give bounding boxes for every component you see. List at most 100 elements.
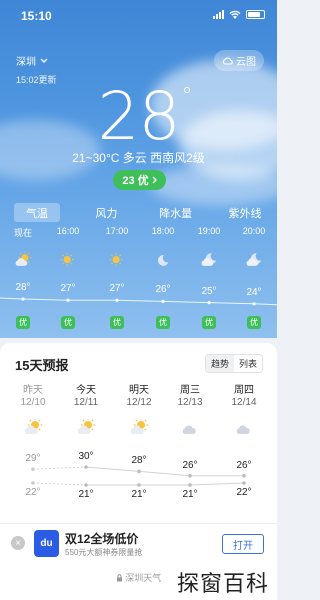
hour-time: 现在: [13, 228, 32, 238]
hour-time: 17:00: [105, 226, 129, 236]
ad-close-button[interactable]: ×: [11, 536, 25, 550]
hour-aqi-badge: 优: [16, 316, 30, 329]
hourly-item[interactable]: 19:00 25° 优: [189, 226, 229, 334]
hour-temperature: 27°: [60, 283, 76, 295]
ad-banner[interactable]: × du 双12全场低价 550元大额神券限量抢 打开: [0, 523, 277, 563]
status-icons: [213, 10, 265, 19]
toggle-trend[interactable]: 趋势: [206, 355, 234, 372]
watermark: 探窗百科: [176, 571, 269, 596]
city-name: 深圳: [16, 57, 36, 68]
day-low-temp: 22°: [25, 487, 41, 498]
hour-temperature: 26°: [155, 284, 171, 296]
day-date: 12/13: [177, 397, 203, 408]
day-high-temp: 28°: [131, 455, 147, 467]
hour-time: 16:00: [56, 226, 80, 236]
hour-aqi-badge: 优: [110, 316, 124, 329]
day-name: 明天: [129, 385, 149, 396]
day-low-temp: 21°: [78, 489, 94, 500]
hour-temperature: 28°: [15, 282, 31, 293]
day-high-temp: 29°: [25, 453, 41, 465]
tab-precipitation[interactable]: 降水量: [153, 203, 199, 222]
tab-wind[interactable]: 风力: [83, 203, 129, 222]
day-name: 周四: [234, 385, 254, 396]
day-high-temp: 26°: [236, 459, 252, 471]
forecast-day[interactable]: 今天 12/11 30° 21°: [64, 381, 108, 521]
cloudy-moon-icon: [201, 253, 217, 266]
wifi-icon: [229, 10, 241, 19]
day-low-temp: 22°: [236, 487, 252, 498]
cloudy-sun-icon: [15, 252, 32, 266]
cloudy-sun-icon: [24, 419, 43, 434]
day-name: 周三: [180, 385, 200, 396]
forecast-title: 15天预报: [15, 358, 69, 373]
temperature-value: 28: [97, 78, 181, 155]
hourly-item[interactable]: 18:00 26° 优: [143, 226, 183, 334]
cloudy-moon-icon: [246, 253, 262, 266]
tab-uv[interactable]: 紫外线: [222, 203, 268, 222]
day-low-temp: 21°: [131, 489, 147, 500]
cloudy-sun-icon: [130, 419, 149, 434]
hourly-item[interactable]: 现在 28° 优: [3, 226, 43, 334]
day-date: 12/12: [126, 397, 152, 408]
toggle-list[interactable]: 列表: [234, 355, 262, 372]
aqi-label: 23 优: [122, 175, 149, 187]
forecast-days[interactable]: 昨天 12/10 29° 22° 今天 12/11 30° 21° 明天 12/12 28° 21° 周…: [0, 381, 277, 521]
source-label: 深圳天气: [125, 573, 162, 583]
hourly-forecast[interactable]: 现在 28° 优 16:00 27° 优 17:00 27° 优 18:00 26° 优 19:00 25…: [0, 226, 277, 334]
chevron-down-icon: [40, 58, 48, 63]
hour-aqi-badge: 优: [202, 316, 216, 329]
day-name: 昨天: [23, 385, 43, 396]
baidu-logo: du: [34, 530, 59, 557]
day-date: 12/10: [20, 397, 46, 408]
city-selector[interactable]: 深圳: [16, 53, 48, 68]
hour-time: 19:00: [197, 226, 221, 236]
day-name: 今天: [76, 385, 96, 396]
moon-icon: [157, 255, 169, 266]
forecast-day[interactable]: 昨天 12/10 29° 22°: [11, 381, 55, 521]
forecast-view-toggle: 趋势 列表: [205, 354, 263, 373]
signal-icon: [213, 10, 224, 19]
day-date: 12/11: [73, 397, 99, 408]
day-high-temp: 30°: [78, 451, 94, 462]
sun-icon: [60, 253, 74, 267]
ad-title: 双12全场低价: [65, 532, 139, 546]
cloud-icon: [182, 425, 196, 434]
hourly-item[interactable]: 20:00 24° 优: [234, 226, 274, 334]
current-temperature: 28 °: [0, 78, 277, 155]
condition-summary: 21~30°C 多云 西南风2级: [72, 151, 205, 165]
forecast-day[interactable]: 周四 12/14 26° 22°: [222, 381, 266, 521]
forecast-day[interactable]: 明天 12/12 28° 21°: [117, 381, 161, 521]
ad-open-button[interactable]: 打开: [222, 534, 264, 554]
weather-hero: 15:10 深圳 15:02更新 云图 28 ° 21~30°C 多云 西南风2级…: [0, 0, 277, 338]
sun-icon: [109, 253, 123, 267]
hourly-tabs: 气温 风力 降水量 紫外线: [14, 203, 268, 222]
hour-temperature: 24°: [246, 286, 262, 298]
cloud-map-label: 云图: [236, 57, 256, 68]
day-high-temp: 26°: [182, 459, 198, 471]
cloud-map-icon: [222, 56, 233, 65]
tab-temperature[interactable]: 气温: [14, 203, 60, 222]
hour-temperature: 25°: [201, 285, 217, 297]
cloudy-sun-icon: [77, 419, 96, 434]
hour-aqi-badge: 优: [156, 316, 170, 329]
day-date: 12/14: [231, 397, 257, 408]
cloud-map-button[interactable]: 云图: [214, 50, 264, 71]
ad-subtitle: 550元大额神券限量抢: [65, 548, 143, 557]
degree-symbol: °: [181, 84, 192, 109]
hour-aqi-badge: 优: [247, 316, 261, 329]
hour-time: 18:00: [151, 226, 175, 236]
hour-temperature: 27°: [109, 283, 125, 295]
day-low-temp: 21°: [182, 489, 198, 500]
forecast-card: 15天预报 趋势 列表 昨天 12/10 29° 22° 今天 12/11 30° 21° 明天…: [0, 343, 277, 523]
hour-aqi-badge: 优: [61, 316, 75, 329]
lock-icon: [116, 574, 122, 582]
hour-time: 20:00: [242, 226, 266, 236]
hourly-item[interactable]: 17:00 27° 优: [97, 226, 137, 334]
hourly-item[interactable]: 16:00 27° 优: [48, 226, 88, 334]
status-bar: 15:10: [0, 0, 277, 34]
cloud-icon: [236, 425, 250, 434]
status-time: 15:10: [21, 9, 52, 23]
aqi-badge[interactable]: 23 优: [113, 170, 166, 190]
forecast-day[interactable]: 周三 12/13 26° 21°: [168, 381, 212, 521]
battery-icon: [246, 10, 265, 19]
